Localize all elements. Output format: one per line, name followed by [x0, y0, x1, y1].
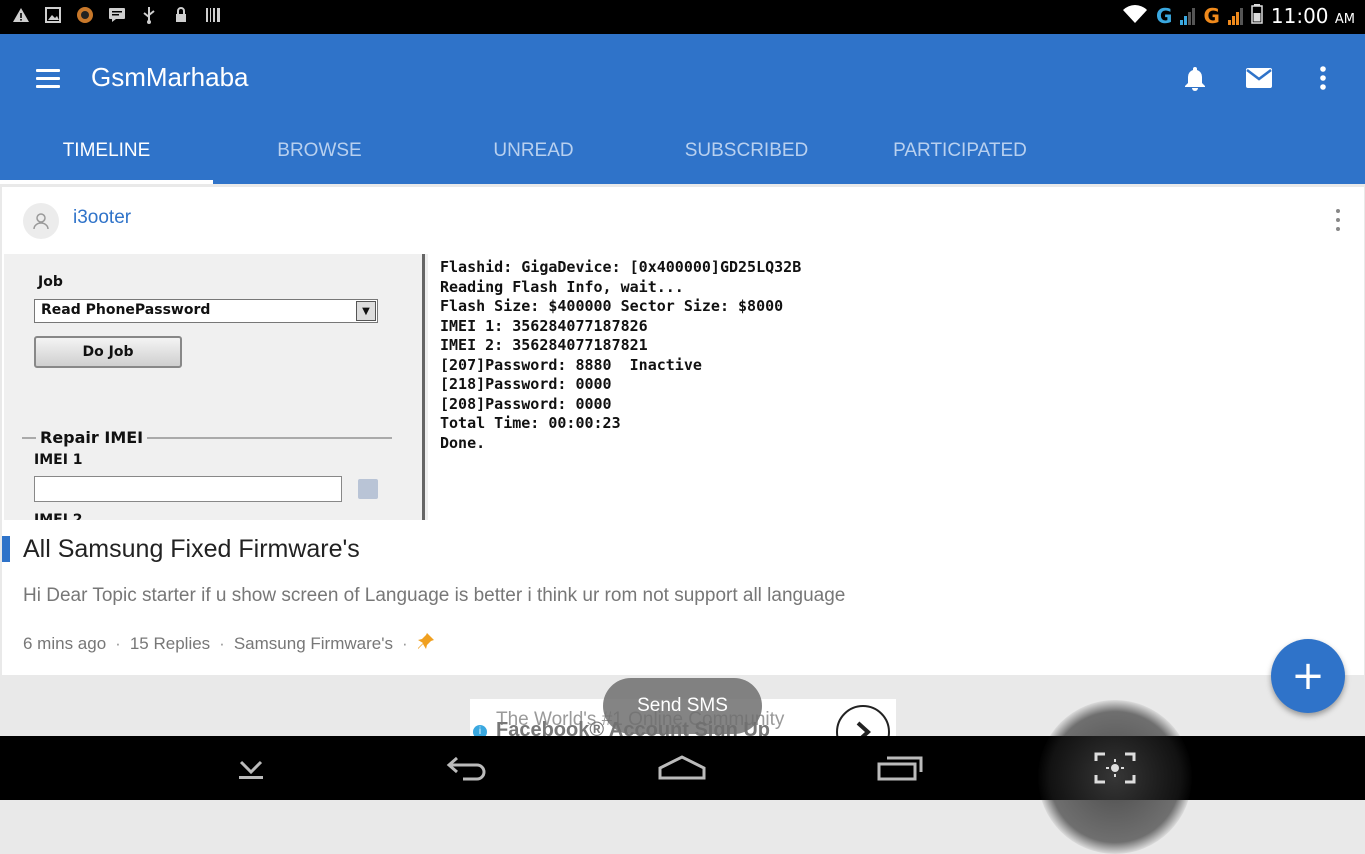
signal-strength-2-icon [1227, 7, 1243, 25]
app-bar: GsmMarhaba TIMELINE BROWSE UNREAD SUBSCR… [0, 34, 1365, 184]
signal-strength-1-icon [1180, 7, 1196, 25]
home-icon[interactable] [652, 746, 712, 790]
tab-bar: TIMELINE BROWSE UNREAD SUBSCRIBED PARTIC… [0, 130, 1365, 184]
post-card[interactable]: i3ooter Job Read PhonePassword ▼ Do Job … [2, 187, 1364, 675]
save-icon [358, 479, 378, 499]
toast: Send SMS [603, 678, 762, 734]
wifi-icon [1122, 4, 1148, 28]
tab-timeline[interactable]: TIMELINE [0, 130, 213, 184]
pin-icon [417, 632, 435, 655]
battery-icon [1251, 4, 1263, 28]
recent-apps-icon[interactable] [870, 746, 930, 790]
post-meta: 6 mins ago · 15 Replies · Samsung Firmwa… [23, 632, 435, 655]
post-excerpt: Hi Dear Topic starter if u show screen o… [23, 585, 846, 606]
tab-unread[interactable]: UNREAD [426, 130, 641, 184]
do-job-button: Do Job [34, 336, 182, 368]
app-title: GsmMarhaba [91, 62, 249, 92]
network-type-1: G [1156, 4, 1173, 28]
messages-mail-icon[interactable] [1241, 60, 1277, 96]
image-icon [44, 6, 62, 24]
overflow-menu-icon[interactable] [1305, 60, 1341, 96]
imei1-label: IMEI 1 [34, 452, 83, 468]
notifications-bell-icon[interactable] [1177, 60, 1213, 96]
dropdown-arrow-icon: ▼ [356, 301, 376, 321]
separator: · [219, 633, 225, 653]
tab-indicator [0, 180, 213, 184]
lock-icon [172, 6, 190, 24]
job-combo: Read PhonePassword ▼ [34, 299, 378, 323]
menu-icon[interactable] [28, 62, 68, 94]
title-accent [2, 536, 10, 562]
back-icon[interactable] [437, 746, 497, 790]
warning-icon [12, 6, 30, 24]
tab-browse[interactable]: BROWSE [213, 130, 426, 184]
post-forum[interactable]: Samsung Firmware's [234, 634, 393, 654]
app-icon [76, 6, 94, 24]
imei1-field [34, 476, 342, 502]
imei2-label: IMEI 2 [34, 512, 83, 520]
notification-icons [12, 6, 222, 24]
tool-panel: Job Read PhonePassword ▼ Do Job Repair I… [4, 254, 425, 520]
status-bar: G G 11:00 AM [0, 0, 1365, 34]
barcode-icon [204, 6, 222, 24]
post-overflow-menu-icon[interactable] [1334, 209, 1342, 231]
tab-participated[interactable]: PARTICIPATED [852, 130, 1068, 184]
network-type-2: G [1203, 4, 1220, 28]
job-label: Job [38, 274, 63, 290]
log-panel: Flashid: GigaDevice: [0x400000]GD25LQ32B… [428, 254, 1340, 520]
post-image[interactable]: Job Read PhonePassword ▼ Do Job Repair I… [4, 254, 1340, 520]
separator: · [115, 633, 121, 653]
post-time: 6 mins ago [23, 633, 107, 653]
post-author[interactable]: i3ooter [73, 207, 131, 229]
log-text: Flashid: GigaDevice: [0x400000]GD25LQ32B… [440, 258, 802, 452]
ad-arrow-icon[interactable] [836, 705, 890, 737]
post-replies: 15 Replies [129, 633, 211, 653]
hide-keyboard-icon[interactable] [221, 746, 281, 790]
post-title[interactable]: All Samsung Fixed Firmware's [23, 535, 360, 564]
avatar[interactable] [23, 203, 59, 239]
repair-imei-group-label: Repair IMEI [36, 428, 148, 447]
usb-icon [140, 6, 158, 24]
separator: · [401, 633, 408, 653]
new-post-fab-button[interactable]: + [1271, 639, 1345, 713]
sms-icon [108, 6, 126, 24]
system-indicators: G G 11:00 AM [1122, 4, 1355, 28]
screenshot-icon[interactable] [1085, 746, 1145, 790]
tab-subscribed[interactable]: SUBSCRIBED [641, 130, 852, 184]
clock: 11:00 AM [1270, 4, 1355, 28]
